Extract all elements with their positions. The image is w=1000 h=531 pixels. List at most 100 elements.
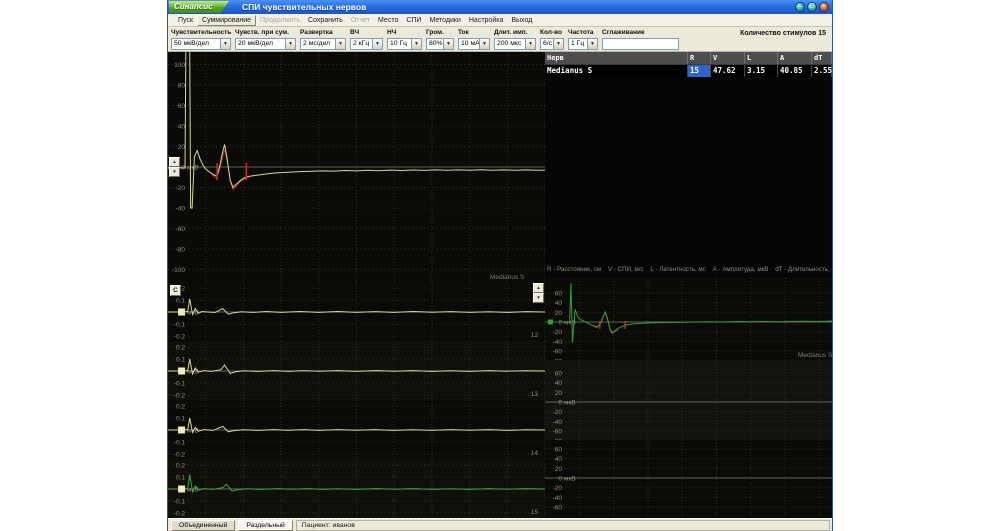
close-button[interactable]: × [819, 2, 829, 12]
svg-text:-0.2: -0.2 [174, 452, 186, 459]
control-smoothing: Сглаживание [602, 28, 679, 51]
pulse-duration-select[interactable]: 200 мкс▼ [494, 38, 536, 50]
svg-text:-0.2: -0.2 [174, 511, 186, 518]
menu-bar: Пуск Суммирование Продолжить Сохранить О… [168, 14, 832, 27]
smoothing-input[interactable] [602, 38, 679, 50]
results-table: Нерв R V L A dT Medianus S 15 47.62 3.15… [545, 52, 832, 77]
chevron-down-icon[interactable]: ▼ [553, 39, 563, 49]
col-nerve: Нерв [545, 52, 688, 64]
sweep-chart-14[interactable]: 14 0.20.10мкВ-0.1-0.2-0.3 [168, 400, 545, 459]
menu-item-settings[interactable]: Настройка [465, 16, 507, 25]
svg-text:0.1: 0.1 [176, 475, 185, 482]
spinner-down-icon[interactable]: ▼ [169, 167, 180, 177]
content-area: 100806040200мкВ-20-40-60-80-100Medianus … [168, 52, 832, 518]
svg-text:100: 100 [174, 62, 185, 69]
window-controls: – ❐ × [795, 2, 829, 12]
menu-item-exit[interactable]: Выход [507, 16, 536, 25]
control-current: Ток 10 мА▼ [458, 28, 490, 51]
stimulus-count: Количество стимулов 15 [740, 30, 826, 37]
menu-item-methods[interactable]: Методики [425, 16, 464, 25]
right-empty-chart-3[interactable]: 6040200мкВ-20-40-60 [545, 440, 832, 518]
volume-select[interactable]: 80%▼ [426, 38, 454, 50]
svg-text:мкВ: мкВ [564, 400, 576, 407]
svg-text:-40: -40 [553, 339, 563, 346]
svg-text:20: 20 [178, 144, 186, 151]
right-empty-chart-2[interactable]: 6040200мкВ-20-40-60-80 [545, 360, 832, 440]
svg-text:0.1: 0.1 [176, 416, 185, 423]
minimize-button[interactable]: – [795, 2, 805, 12]
svg-text:40: 40 [555, 380, 563, 387]
svg-text:0: 0 [558, 476, 562, 483]
chevron-down-icon[interactable]: ▼ [285, 39, 295, 49]
toolbar: Чувствительность 50 мкВ/дел▼ Чувств. при… [168, 27, 832, 52]
tab-combined[interactable]: Объединенный [171, 520, 235, 531]
control-volume: Гром. 80%▼ [426, 28, 454, 51]
lowpass-select[interactable]: 10 Гц▼ [387, 38, 422, 50]
app-logo: Синапсис [169, 1, 229, 13]
sweep-number: 15 [531, 509, 538, 516]
results-table-header: Нерв R V L A dT [545, 52, 832, 64]
svg-text:0: 0 [558, 400, 562, 407]
svg-text:-20: -20 [553, 409, 563, 416]
sweep-chart-15[interactable]: 15 0.20.10мкВ-0.1-0.2-0.3 [168, 459, 545, 518]
right-average-chart[interactable]: 6040200мкВ-20-40-60-80Medianus S [545, 278, 832, 360]
main-average-chart[interactable]: 100806040200мкВ-20-40-60-80-100Medianus … [168, 52, 545, 282]
svg-text:0: 0 [558, 320, 562, 327]
patient-label: Пациент: иванов [296, 520, 830, 531]
highpass-select[interactable]: 2 кГц▼ [350, 38, 383, 50]
sum-sensitivity-select[interactable]: 20 мкВ/дел▼ [235, 38, 296, 50]
sweep-number: 14 [531, 450, 538, 457]
control-sum-sensitivity: Чувств. при сум. 20 мкВ/дел▼ [235, 28, 296, 51]
menu-item-report: Отчет [347, 16, 374, 25]
col-a: A [778, 52, 812, 64]
frequency-select[interactable]: 1 Гц▼ [568, 38, 598, 50]
maximize-button[interactable]: ❐ [807, 2, 817, 12]
sweep-chart-12[interactable]: 12 0.20.10мкВ-0.1-0.2-0.3 [168, 282, 545, 341]
spinner-up-icon[interactable]: ▲ [533, 283, 544, 293]
spinner-down-icon[interactable]: ▼ [533, 293, 544, 303]
svg-text:-40: -40 [176, 206, 186, 213]
svg-text:60: 60 [555, 446, 563, 453]
app-window: Синапсис СПИ чувствительных нервов – ❐ ×… [168, 0, 832, 531]
chevron-down-icon[interactable]: ▼ [220, 39, 230, 49]
control-frequency: Частота 1 Гц▼ [568, 28, 598, 51]
svg-text:40: 40 [555, 456, 563, 463]
table-row[interactable]: Medianus S 15 47.62 3.15 40.85 2.55 [545, 64, 832, 77]
current-select[interactable]: 10 мА▼ [458, 38, 490, 50]
chevron-down-icon[interactable]: ▼ [479, 39, 489, 49]
svg-text:60: 60 [555, 290, 563, 297]
tab-separate[interactable]: Раздельный [238, 520, 292, 531]
menu-item-continue: Продолжить [256, 16, 304, 25]
title-bar[interactable]: Синапсис СПИ чувствительных нервов – ❐ × [168, 0, 832, 14]
menu-item-site[interactable]: Место [374, 16, 402, 25]
sensitivity-select[interactable]: 50 мкВ/дел▼ [171, 38, 231, 50]
chevron-down-icon[interactable]: ▼ [335, 39, 345, 49]
sweep-chart-13[interactable]: 13 0.20.10мкВ-0.1-0.2-0.3 [168, 341, 545, 400]
svg-text:-80: -80 [176, 247, 186, 254]
chevron-down-icon[interactable]: ▼ [525, 39, 535, 49]
sweep-select[interactable]: 2 мс/дел▼ [300, 38, 346, 50]
chevron-down-icon[interactable]: ▼ [411, 39, 421, 49]
svg-text:60: 60 [178, 103, 186, 110]
control-count: Кол-во 6/с▼ [540, 28, 564, 51]
svg-text:-40: -40 [553, 419, 563, 426]
svg-text:-20: -20 [176, 185, 186, 192]
spinner-up-icon[interactable]: ▲ [169, 157, 180, 167]
menu-item-save[interactable]: Сохранить [304, 16, 347, 25]
col-v: V [711, 52, 745, 64]
chevron-down-icon[interactable]: ▼ [372, 39, 382, 49]
svg-text:-0.2: -0.2 [174, 334, 186, 341]
abbreviation-legend: R - Расстояние, см V - СПИ, м/с L - Лате… [545, 261, 832, 278]
chevron-down-icon[interactable]: ▼ [587, 39, 597, 49]
menu-item-summation[interactable]: Суммирование [197, 15, 256, 26]
svg-text:20: 20 [555, 390, 563, 397]
svg-text:мкВ: мкВ [564, 476, 576, 483]
menu-item-ncv[interactable]: СПИ [402, 16, 425, 25]
svg-text:мкВ: мкВ [187, 165, 199, 172]
svg-text:-40: -40 [553, 495, 563, 502]
menu-item-start[interactable]: Пуск [174, 16, 197, 25]
clear-sweeps-button[interactable]: C [170, 285, 181, 296]
chevron-down-icon[interactable]: ▼ [443, 39, 453, 49]
window-title: СПИ чувствительных нервов [242, 0, 366, 14]
count-select[interactable]: 6/с▼ [540, 38, 564, 50]
